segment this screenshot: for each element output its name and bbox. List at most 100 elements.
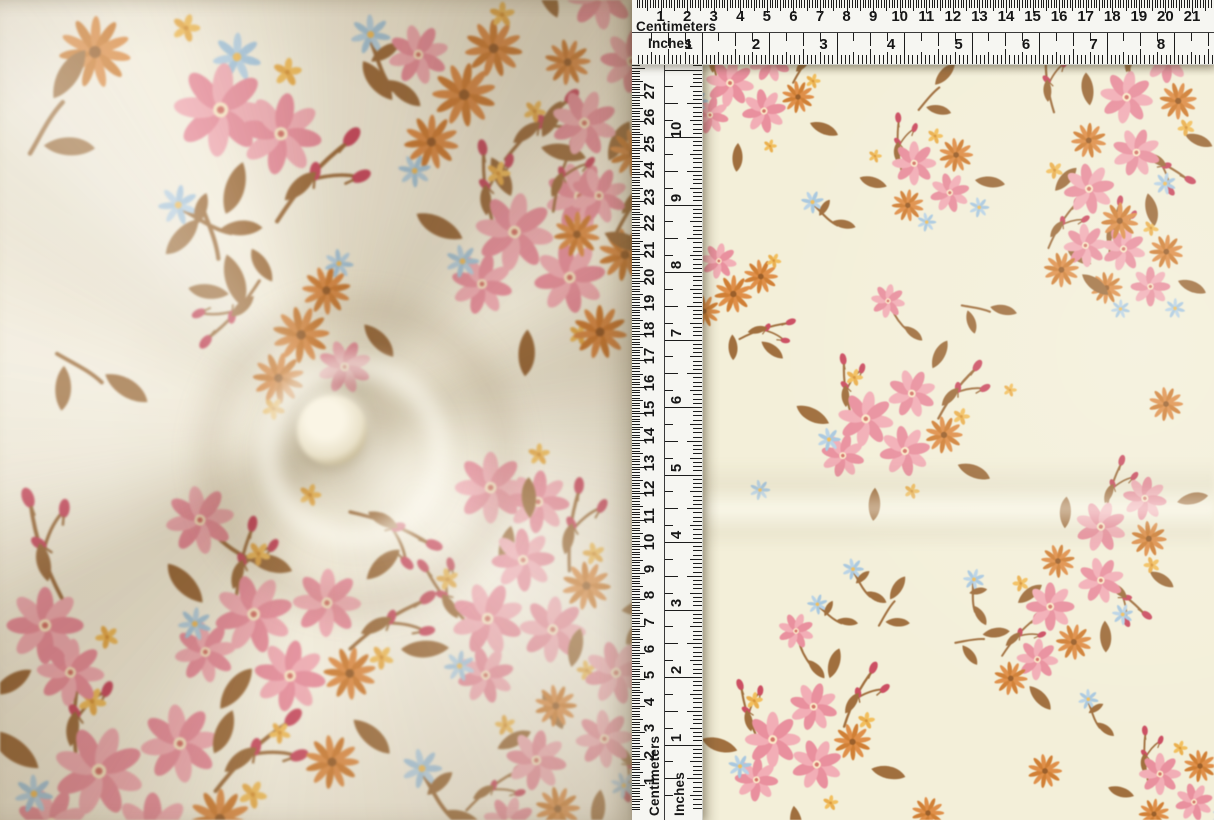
cm-tick [632,315,640,316]
cm-tick [892,0,893,8]
inch-fine-tick [921,52,922,64]
inch-fine-tick [687,238,702,239]
cm-tick [632,658,640,659]
inch-fine-tick [693,365,702,366]
inch-fine-tick [1064,55,1065,64]
inch-fine-tick [690,525,702,526]
inch-fine-tick [693,95,702,96]
cm-tick [791,0,792,8]
inch-fine-tick [684,407,702,408]
cm-tick [632,464,640,465]
inch-tick [1073,33,1074,46]
cm-tick [632,305,640,306]
inch-fine-tick [828,55,829,64]
cm-number: 25 [641,135,659,153]
inch-number: 4 [882,37,900,52]
inch-fine-tick [693,437,702,438]
cm-tick [632,469,640,470]
inch-fine-tick [690,559,702,560]
cm-number: 14 [996,9,1016,24]
cm-tick [632,89,640,90]
inch-fine-tick [693,753,702,754]
cm-tick [679,0,680,8]
inch-fine-tick [858,55,859,64]
cm-tick [632,390,640,391]
inch-fine-tick [1195,55,1196,64]
cm-tick [632,219,640,220]
inch-fine-tick [693,158,702,159]
cm-tick [817,0,818,8]
cm-tick [632,233,640,234]
inch-fine-tick [887,52,888,64]
inch-fine-tick [693,740,702,741]
cm-tick [632,483,640,484]
inch-tick [665,356,673,357]
cm-tick [632,156,640,157]
inch-fine-tick [718,52,719,64]
cm-number-text: 9 [641,560,659,578]
inch-fine-tick [693,150,702,151]
cm-tick [682,0,683,8]
cm-tick [825,0,826,8]
inch-fine-tick [693,230,702,231]
cm-number: 1 [651,9,671,24]
flat-fabric-floral-print [700,60,1214,820]
inch-fine-tick [693,285,702,286]
cm-tick [632,629,640,630]
cm-tick [908,0,909,8]
inch-fine-tick [642,55,643,64]
cm-tick [632,525,640,526]
inch-fine-tick [1102,55,1103,64]
cm-tick [632,557,640,558]
cm-tick [732,0,733,8]
cm-tick [1051,0,1052,8]
cm-tick [632,724,640,725]
cm-number: 4 [641,693,659,711]
inch-fine-tick [786,52,787,64]
cm-tick [632,249,640,250]
inch-fine-tick [693,192,702,193]
inch-fine-tick [832,55,833,64]
inch-fine-tick [811,55,812,64]
inch-fine-tick [693,588,702,589]
cm-tick [632,485,640,486]
inch-fine-tick [687,373,702,374]
inch-fine-tick [693,572,702,573]
cm-tick [692,0,693,8]
cm-tick [1011,0,1012,8]
inch-tick [665,424,673,425]
cm-tick [1030,0,1031,8]
cm-number: 17 [1076,9,1096,24]
cm-tick [632,71,640,72]
cm-tick [632,615,640,616]
inch-fine-tick [693,622,702,623]
inch-fine-tick [794,55,795,64]
cm-tick [632,456,640,457]
cm-number: 26 [641,108,659,126]
inch-fine-tick [1001,55,1002,64]
cm-tick [650,0,651,8]
cm-tick [632,541,640,542]
cm-tick [632,801,640,802]
inch-tick [1005,33,1006,46]
inch-fine-tick [693,82,702,83]
inch-fine-tick [900,55,901,64]
inch-fine-tick [693,78,702,79]
cm-tick [632,275,640,276]
cm-tick [632,716,640,717]
inch-fine-tick [849,55,850,64]
cm-tick [1200,0,1201,8]
cm-tick [632,336,640,337]
cm-tick [632,193,640,194]
inch-fine-tick [693,664,702,665]
cm-tick [632,142,640,143]
cm-tick [1072,0,1073,11]
cm-tick [632,145,640,146]
inch-fine-tick [799,55,800,64]
cm-tick [632,448,640,449]
cm-tick [632,331,640,332]
inch-fine-tick [1018,55,1019,64]
inch-fine-tick [693,580,702,581]
cm-tick [865,0,866,8]
inch-fine-tick [693,141,702,142]
